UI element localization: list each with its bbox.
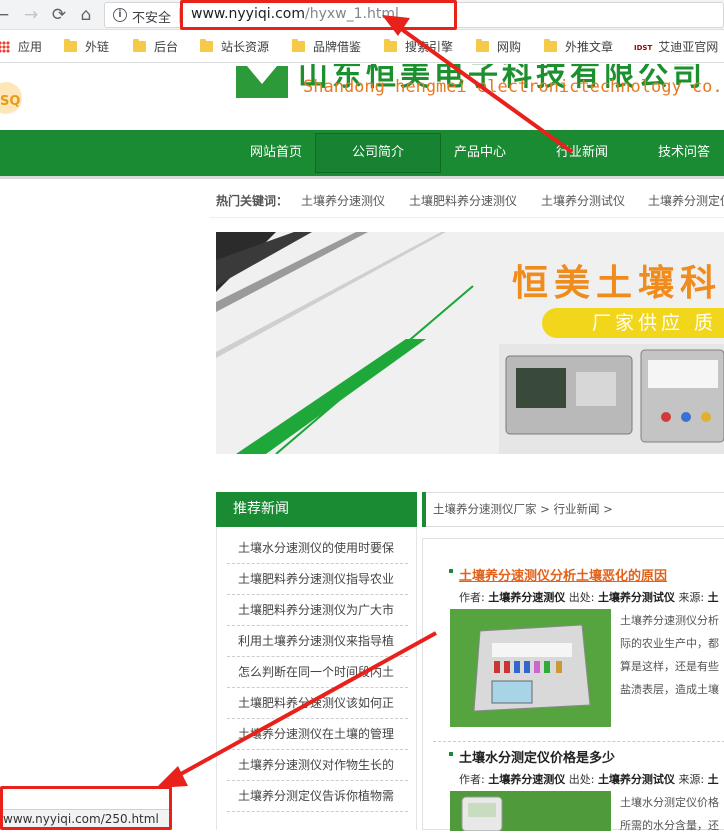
list-item[interactable]: 怎么判断在同一个时间段内土 — [227, 657, 408, 688]
news-title-link[interactable]: 土壤水分测定仪价格是多少 — [459, 747, 615, 766]
banner-subtitle: 厂家供应 质 — [592, 312, 718, 334]
main-nav: 网站首页 公司简介 产品中心 行业新闻 技术问答 — [0, 130, 724, 176]
news-meta: 作者: 土壤养分速测仪 出处: 土壤养分测试仪 来源: 土 — [459, 773, 719, 786]
url-highlight-box — [180, 0, 457, 30]
bookmark-apps[interactable]: 应用 — [0, 38, 42, 56]
nav-divider — [0, 176, 724, 179]
recommended-news-heading: 推荐新闻 — [216, 492, 417, 527]
news-meta: 作者: 土壤养分速测仪 出处: 土壤养分测试仪 来源: 土 — [459, 591, 719, 604]
hot-keywords-label: 热门关键词： — [216, 194, 289, 208]
hot-keyword-link[interactable]: 土壤养分测试仪 — [541, 188, 625, 214]
bookmarks-bar: 应用 外链 后台 站长资源 品牌借鉴 搜索引擎 网购 外推文章 IDST 艾迪亚官… — [0, 30, 724, 63]
bookmark-item[interactable]: 搜索引擎 — [384, 38, 453, 56]
info-icon[interactable]: i — [113, 8, 127, 22]
breadcrumb-current-link[interactable]: 行业新闻 — [553, 502, 599, 516]
folder-icon — [64, 39, 77, 52]
list-item[interactable]: 利用土壤养分速测仪来指导植 — [227, 626, 408, 657]
svg-text:SQ: SQ — [0, 94, 20, 109]
company-name-en: Shandong hengmei electronictechnology co… — [303, 77, 724, 97]
news-excerpt: 土壤水分测定仪价格 所需的水分含量，还 — [620, 796, 719, 832]
list-item[interactable]: 土壤养分速测仪对作物生长的 — [227, 750, 408, 781]
source-link[interactable]: 土壤养分测试仪 — [598, 591, 675, 604]
source-link[interactable]: 土壤养分测试仪 — [598, 773, 675, 786]
news-excerpt: 土壤养分速测仪分析 际的农业生产中，都 算是这样，还是有些 盐渍表层，造成土壤 — [620, 614, 719, 696]
list-item[interactable]: 土壤肥料养分速测仪为广大市 — [227, 595, 408, 626]
hot-keywords-bar: 热门关键词： 土壤养分速测仪 土壤肥料养分速测仪 土壤养分测试仪 土壤养分测定仪 — [210, 188, 724, 218]
list-item[interactable]: 土壤肥料养分速测仪指导农业 — [227, 564, 408, 595]
hot-keyword-link[interactable]: 土壤养分测定仪 — [648, 188, 724, 214]
author-link[interactable]: 土壤养分速测仪 — [488, 773, 565, 786]
status-highlight-box — [0, 786, 172, 830]
news-thumbnail-image[interactable] — [450, 609, 611, 727]
breadcrumb: 土壤养分速测仪厂家 > 行业新闻 > — [422, 492, 724, 527]
banner-title: 恒美土壤科 — [512, 263, 723, 304]
breadcrumb-separator: > — [603, 502, 613, 516]
company-logo-icon: SQ — [0, 82, 22, 114]
news-thumbnail-image[interactable] — [450, 791, 611, 831]
news-divider — [433, 741, 724, 742]
nav-industry-news[interactable]: 行业新闻 — [542, 130, 622, 176]
author-link[interactable]: 土壤养分速测仪 — [488, 591, 565, 604]
breadcrumb-home-link[interactable]: 土壤养分速测仪厂家 — [433, 502, 537, 516]
news-list: 土壤养分速测仪分析土壤恶化的原因 作者: 土壤养分速测仪 出处: 土壤养分测试仪… — [422, 538, 724, 832]
hot-keyword-link[interactable]: 土壤肥料养分速测仪 — [409, 188, 517, 214]
nav-home[interactable]: 网站首页 — [236, 130, 316, 176]
nav-about[interactable]: 公司简介 — [338, 130, 418, 176]
bullet-icon — [449, 569, 453, 573]
folder-icon — [133, 39, 146, 52]
nav-tech-qa[interactable]: 技术问答 — [644, 130, 724, 176]
recommended-news-list: 土壤水分速测仪的使用时要保 土壤肥料养分速测仪指导农业 土壤肥料养分速测仪为广大… — [216, 527, 417, 830]
bookmark-item[interactable]: 品牌借鉴 — [292, 38, 361, 56]
brand-m-logo-icon — [236, 66, 288, 98]
breadcrumb-separator: > — [540, 502, 550, 516]
apps-grid-icon — [0, 41, 10, 53]
site-header: SQ 山东恒美电子科技有限公司 Shandong hengmei electro… — [0, 64, 724, 130]
reload-icon[interactable]: ⟳ — [48, 4, 70, 26]
list-item[interactable]: 土壤肥料养分速测仪该如何正 — [227, 688, 408, 719]
bookmark-item[interactable]: 外链 — [64, 38, 109, 56]
bullet-icon — [449, 752, 453, 756]
forward-icon[interactable]: → — [20, 4, 42, 26]
folder-icon — [292, 39, 305, 52]
news-title-link[interactable]: 土壤养分速测仪分析土壤恶化的原因 — [459, 565, 667, 584]
bookmark-item[interactable]: 网购 — [476, 38, 521, 56]
browser-toolbar: ← → ⟳ ⌂ i 不安全 www.nyyiqi.com/hyxw_1.html — [0, 0, 724, 30]
list-item[interactable]: 土壤养分测定仪告诉你植物需 — [227, 781, 408, 812]
folder-icon — [544, 39, 557, 52]
bookmark-item[interactable]: 后台 — [133, 38, 178, 56]
hero-banner[interactable]: 恒美土壤科 厂家供应 质 — [216, 232, 724, 454]
insecure-label[interactable]: 不安全 — [132, 7, 171, 26]
folder-icon — [476, 39, 489, 52]
idst-logo-icon: IDST — [634, 44, 653, 52]
list-item[interactable]: 土壤养分速测仪在土壤的管理 — [227, 719, 408, 750]
bookmark-item[interactable]: IDST 艾迪亚官网 — [634, 38, 718, 56]
hot-keyword-link[interactable]: 土壤养分速测仪 — [301, 188, 385, 214]
bookmark-item[interactable]: 外推文章 — [544, 38, 613, 56]
annotation-arrowhead — [156, 766, 188, 788]
folder-icon — [384, 39, 397, 52]
back-icon[interactable]: ← — [0, 4, 13, 26]
bookmark-item[interactable]: 站长资源 — [200, 38, 269, 56]
folder-icon — [200, 39, 213, 52]
nav-products[interactable]: 产品中心 — [440, 130, 520, 176]
home-icon[interactable]: ⌂ — [75, 4, 97, 26]
list-item[interactable]: 土壤水分速测仪的使用时要保 — [227, 533, 408, 564]
